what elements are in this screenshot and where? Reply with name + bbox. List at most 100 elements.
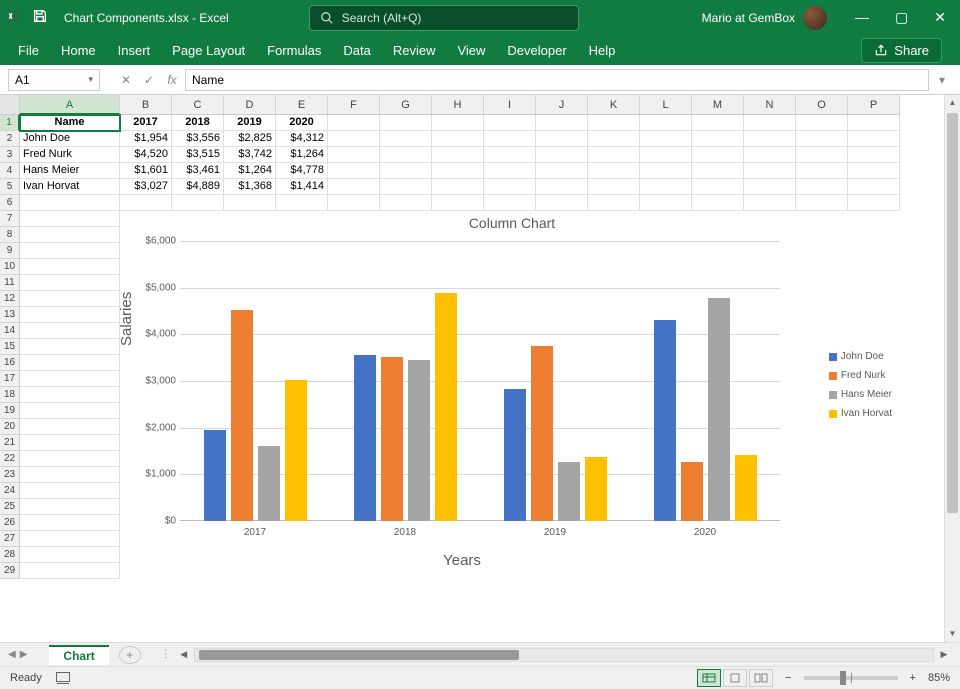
column-header-P[interactable]: P — [848, 95, 900, 115]
cell-C1[interactable]: 2018 — [172, 115, 224, 131]
cell-G1[interactable] — [380, 115, 432, 131]
hscroll-left-arrow[interactable]: ◀ — [176, 649, 192, 660]
scrollbar-thumb[interactable] — [947, 113, 958, 513]
row-header-14[interactable]: 14 — [0, 323, 20, 339]
cell-A25[interactable] — [20, 499, 120, 515]
cell-O4[interactable] — [796, 163, 848, 179]
cell-K6[interactable] — [588, 195, 640, 211]
close-button[interactable]: ✕ — [934, 9, 946, 26]
cell-C6[interactable] — [172, 195, 224, 211]
cell-N1[interactable] — [744, 115, 796, 131]
row-header-29[interactable]: 29 — [0, 563, 20, 579]
cell-E6[interactable] — [276, 195, 328, 211]
cell-O3[interactable] — [796, 147, 848, 163]
bar-ivan-horvat-2020[interactable] — [735, 455, 757, 521]
cell-A17[interactable] — [20, 371, 120, 387]
bar-ivan-horvat-2018[interactable] — [435, 293, 457, 521]
cell-P6[interactable] — [848, 195, 900, 211]
row-header-13[interactable]: 13 — [0, 307, 20, 323]
ribbon-tab-review[interactable]: Review — [393, 43, 436, 58]
cell-A15[interactable] — [20, 339, 120, 355]
add-sheet-button[interactable]: + — [119, 646, 141, 664]
bar-hans-meier-2018[interactable] — [408, 360, 430, 522]
column-header-G[interactable]: G — [380, 95, 432, 115]
row-header-9[interactable]: 9 — [0, 243, 20, 259]
cell-O1[interactable] — [796, 115, 848, 131]
cancel-formula-icon[interactable]: ✕ — [116, 69, 136, 91]
cell-K1[interactable] — [588, 115, 640, 131]
user-avatar[interactable] — [803, 6, 827, 30]
cell-F4[interactable] — [328, 163, 380, 179]
cell-A19[interactable] — [20, 403, 120, 419]
row-header-12[interactable]: 12 — [0, 291, 20, 307]
cell-A23[interactable] — [20, 467, 120, 483]
cell-A2[interactable]: John Doe — [20, 131, 120, 147]
column-header-B[interactable]: B — [120, 95, 172, 115]
scroll-up-arrow[interactable]: ▲ — [945, 95, 960, 111]
row-header-27[interactable]: 27 — [0, 531, 20, 547]
cell-L6[interactable] — [640, 195, 692, 211]
cell-H4[interactable] — [432, 163, 484, 179]
column-headers[interactable]: ABCDEFGHIJKLMNOP — [0, 95, 944, 115]
cell-M1[interactable] — [692, 115, 744, 131]
cell-K2[interactable] — [588, 131, 640, 147]
tabs-splitter[interactable]: ⋮ — [161, 649, 172, 660]
row-header-21[interactable]: 21 — [0, 435, 20, 451]
cell-K3[interactable] — [588, 147, 640, 163]
cell-E1[interactable]: 2020 — [276, 115, 328, 131]
bar-john-doe-2018[interactable] — [354, 355, 376, 521]
cell-F3[interactable] — [328, 147, 380, 163]
cell-H5[interactable] — [432, 179, 484, 195]
cell-A10[interactable] — [20, 259, 120, 275]
user-name[interactable]: Mario at GemBox — [702, 11, 795, 25]
cell-A20[interactable] — [20, 419, 120, 435]
cell-J6[interactable] — [536, 195, 588, 211]
ribbon-tab-developer[interactable]: Developer — [507, 43, 566, 58]
share-button[interactable]: Share — [861, 38, 942, 63]
cell-K4[interactable] — [588, 163, 640, 179]
zoom-slider[interactable] — [804, 676, 898, 680]
zoom-level[interactable]: 85% — [928, 672, 950, 684]
bar-ivan-horvat-2019[interactable] — [585, 457, 607, 521]
cell-J4[interactable] — [536, 163, 588, 179]
cell-B2[interactable]: $1,954 — [120, 131, 172, 147]
cell-J3[interactable] — [536, 147, 588, 163]
cell-D3[interactable]: $3,742 — [224, 147, 276, 163]
bar-hans-meier-2020[interactable] — [708, 298, 730, 521]
row-header-23[interactable]: 23 — [0, 467, 20, 483]
cell-C4[interactable]: $3,461 — [172, 163, 224, 179]
column-header-A[interactable]: A — [20, 95, 120, 115]
cell-M4[interactable] — [692, 163, 744, 179]
column-header-I[interactable]: I — [484, 95, 536, 115]
bar-fred-nurk-2018[interactable] — [381, 357, 403, 521]
cell-A16[interactable] — [20, 355, 120, 371]
bar-john-doe-2019[interactable] — [504, 389, 526, 521]
cell-M6[interactable] — [692, 195, 744, 211]
cell-G4[interactable] — [380, 163, 432, 179]
ribbon-tab-page-layout[interactable]: Page Layout — [172, 43, 245, 58]
bar-hans-meier-2019[interactable] — [558, 462, 580, 521]
cell-H3[interactable] — [432, 147, 484, 163]
cell-N6[interactable] — [744, 195, 796, 211]
scroll-down-arrow[interactable]: ▼ — [945, 626, 960, 642]
cell-A3[interactable]: Fred Nurk — [20, 147, 120, 163]
column-header-O[interactable]: O — [796, 95, 848, 115]
legend-item-fred-nurk[interactable]: Fred Nurk — [829, 370, 892, 381]
cell-I4[interactable] — [484, 163, 536, 179]
horizontal-scrollbar[interactable] — [194, 648, 934, 662]
cell-L1[interactable] — [640, 115, 692, 131]
cell-J5[interactable] — [536, 179, 588, 195]
cell-A27[interactable] — [20, 531, 120, 547]
column-header-C[interactable]: C — [172, 95, 224, 115]
row-header-17[interactable]: 17 — [0, 371, 20, 387]
cell-D5[interactable]: $1,368 — [224, 179, 276, 195]
zoom-in-button[interactable]: + — [910, 672, 916, 684]
row-header-18[interactable]: 18 — [0, 387, 20, 403]
cell-L2[interactable] — [640, 131, 692, 147]
row-header-11[interactable]: 11 — [0, 275, 20, 291]
row-header-19[interactable]: 19 — [0, 403, 20, 419]
column-header-H[interactable]: H — [432, 95, 484, 115]
cell-P4[interactable] — [848, 163, 900, 179]
cell-A7[interactable] — [20, 211, 120, 227]
select-all-corner[interactable] — [0, 95, 20, 115]
